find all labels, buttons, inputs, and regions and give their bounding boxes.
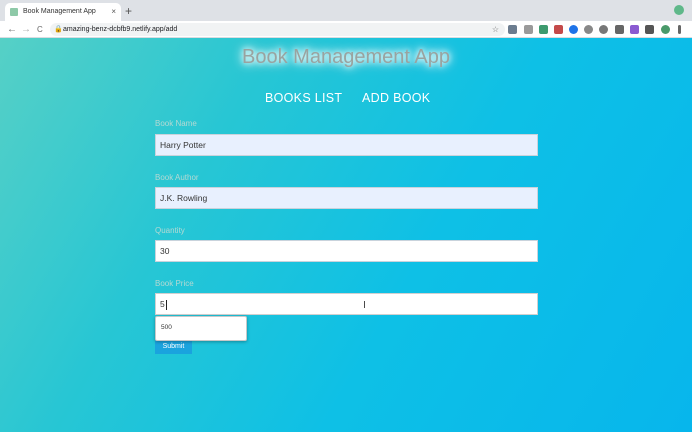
forward-button[interactable]: → xyxy=(21,23,31,36)
profile-icon[interactable] xyxy=(674,5,684,15)
mouse-ibeam-cursor-icon: I xyxy=(363,300,366,311)
new-tab-button[interactable]: + xyxy=(125,2,132,20)
extension-icon[interactable] xyxy=(615,25,624,34)
tab-close-icon[interactable]: × xyxy=(111,3,116,21)
address-bar[interactable]: 🔒 amazing-benz-dcbfb9.netlify.app/add ☆ xyxy=(50,23,505,36)
nav-books-list[interactable]: BOOKS LIST xyxy=(265,91,342,105)
back-button[interactable]: ← xyxy=(7,23,17,36)
extension-icon[interactable] xyxy=(539,25,548,34)
lock-icon: 🔒 xyxy=(54,26,63,33)
tab-title: Book Management App xyxy=(23,8,96,15)
extension-icon[interactable] xyxy=(584,25,593,34)
reload-button[interactable]: C xyxy=(37,23,43,36)
nav-add-book[interactable]: ADD BOOK xyxy=(362,91,430,105)
autocomplete-suggestion[interactable]: 500 xyxy=(155,316,247,341)
book-author-input[interactable]: J.K. Rowling xyxy=(155,187,538,209)
menu-dots-icon[interactable] xyxy=(678,25,681,34)
browser-tab[interactable]: Book Management App × xyxy=(5,3,121,21)
browser-tab-bar: Book Management App × + xyxy=(0,0,692,21)
page-content: Book Management App BOOKS LIST ADD BOOK … xyxy=(0,38,692,432)
book-name-label: Book Name xyxy=(155,119,197,128)
submit-button[interactable]: Submit xyxy=(155,340,192,354)
book-author-label: Book Author xyxy=(155,173,199,182)
favicon-icon xyxy=(10,8,18,16)
quantity-input[interactable]: 30 xyxy=(155,240,538,262)
app-title: Book Management App xyxy=(242,46,450,68)
text-caret xyxy=(165,299,167,310)
extension-icon[interactable] xyxy=(524,25,533,34)
book-price-label: Book Price xyxy=(155,279,194,288)
book-name-input[interactable]: Harry Potter xyxy=(155,134,538,156)
quantity-label: Quantity xyxy=(155,226,185,235)
extension-icon[interactable] xyxy=(554,25,563,34)
extension-check-icon[interactable] xyxy=(599,25,608,34)
bookmark-star-icon[interactable]: ☆ xyxy=(492,23,499,36)
book-price-input[interactable]: 5 xyxy=(155,293,538,315)
book-price-value: 5 xyxy=(160,299,165,309)
extension-download-icon[interactable] xyxy=(508,25,517,34)
extension-icon[interactable] xyxy=(630,25,639,34)
extensions-puzzle-icon[interactable] xyxy=(645,25,654,34)
extension-icon[interactable] xyxy=(569,25,578,34)
url-text: amazing-benz-dcbfb9.netlify.app/add xyxy=(63,26,178,33)
browser-toolbar: ← → C 🔒 amazing-benz-dcbfb9.netlify.app/… xyxy=(0,21,692,38)
profile-avatar[interactable] xyxy=(661,25,670,34)
